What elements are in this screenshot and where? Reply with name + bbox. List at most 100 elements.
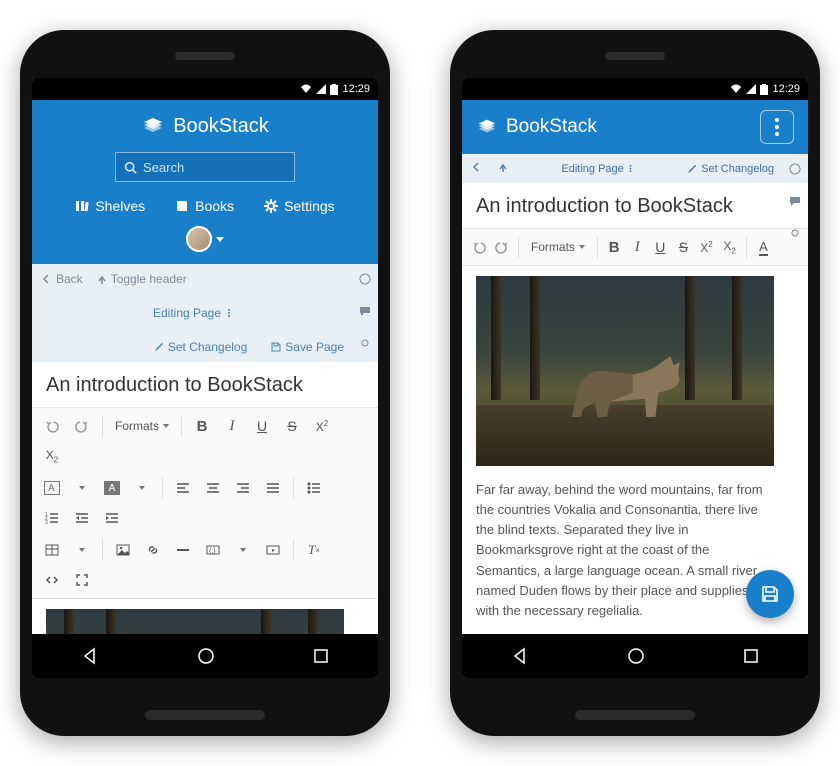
number-list-button[interactable]: 123 <box>38 504 66 532</box>
bold-button[interactable]: B <box>604 233 625 261</box>
align-right-button[interactable] <box>229 474 257 502</box>
fullscreen-button[interactable] <box>68 566 96 594</box>
chevron-down-icon[interactable] <box>229 536 257 564</box>
content-image[interactable] <box>46 609 344 634</box>
strike-button[interactable]: S <box>278 412 306 440</box>
strike-button[interactable]: S <box>673 233 694 261</box>
arrow-left-icon <box>42 274 52 284</box>
nav-shelves[interactable]: Shelves <box>75 198 145 214</box>
align-center-button[interactable] <box>199 474 227 502</box>
align-justify-button[interactable] <box>259 474 287 502</box>
outdent-button[interactable] <box>68 504 96 532</box>
save-fab[interactable] <box>746 570 794 618</box>
app-header: BookStack Search Shelves Books Settings <box>32 100 378 264</box>
subscript-button[interactable]: X2 <box>719 233 740 261</box>
status-time: 12:29 <box>772 83 800 95</box>
formats-dropdown[interactable]: Formats <box>525 233 591 261</box>
back-icon[interactable] <box>511 647 529 665</box>
home-icon[interactable] <box>197 647 215 665</box>
side-tab-info[interactable] <box>786 160 804 178</box>
redo-button[interactable] <box>68 412 96 440</box>
text-color-button[interactable]: A <box>753 233 774 261</box>
back-button[interactable] <box>472 162 482 175</box>
side-tab-info[interactable] <box>356 270 374 288</box>
kebab-icon[interactable] <box>627 164 634 173</box>
superscript-button[interactable]: X2 <box>696 233 717 261</box>
search-icon <box>124 161 137 174</box>
wolf-illustration <box>539 341 712 432</box>
search-input[interactable]: Search <box>115 152 295 182</box>
menu-button[interactable] <box>760 110 794 144</box>
hr-button[interactable] <box>169 536 197 564</box>
indent-button[interactable] <box>98 504 126 532</box>
image-button[interactable] <box>109 536 137 564</box>
editor-canvas[interactable] <box>32 599 378 634</box>
content-image[interactable] <box>476 276 774 466</box>
toggle-header-button[interactable]: Toggle header <box>97 272 187 286</box>
signal-icon <box>746 84 756 94</box>
undo-button[interactable] <box>38 412 66 440</box>
side-tab-link[interactable] <box>786 224 804 242</box>
editor-toolbar: Formats B I U S X2 X2 A A 123 <box>32 407 378 599</box>
link-button[interactable] <box>139 536 167 564</box>
nav-settings[interactable]: Settings <box>264 198 335 214</box>
svg-text:3: 3 <box>45 520 48 524</box>
page-title-input[interactable]: An introduction to BookStack <box>32 362 378 407</box>
source-code-button[interactable] <box>38 566 66 594</box>
set-changelog-button[interactable]: Set Changelog <box>154 340 247 354</box>
underline-button[interactable]: U <box>650 233 671 261</box>
italic-button[interactable]: I <box>218 412 246 440</box>
brand[interactable]: BookStack <box>476 116 597 138</box>
table-button[interactable] <box>38 536 66 564</box>
gear-icon <box>264 199 278 213</box>
wifi-icon <box>730 84 742 94</box>
formats-dropdown[interactable]: Formats <box>109 412 175 440</box>
pencil-icon <box>154 342 164 352</box>
text-color-button[interactable]: A <box>38 474 66 502</box>
back-icon[interactable] <box>81 647 99 665</box>
breadcrumb-bar: Back Toggle header Editing Page Set Chan… <box>32 264 378 362</box>
body-paragraph[interactable]: Far far away, behind the word mountains,… <box>476 480 774 621</box>
side-tab-link[interactable] <box>356 334 374 352</box>
editing-page-label: Editing Page <box>153 306 233 320</box>
kebab-icon[interactable] <box>225 308 233 318</box>
chevron-down-icon[interactable] <box>128 474 156 502</box>
device-frame-left: 12:29 BookStack Search Shelves Books <box>20 30 390 736</box>
home-icon[interactable] <box>627 647 645 665</box>
android-nav-bar <box>32 634 378 678</box>
signal-icon <box>316 84 326 94</box>
subscript-button[interactable]: X2 <box>38 442 66 470</box>
user-menu[interactable] <box>42 226 368 252</box>
bullet-list-button[interactable] <box>300 474 328 502</box>
undo-button[interactable] <box>468 233 489 261</box>
set-changelog-button[interactable]: Set Changelog <box>687 163 774 175</box>
page-title-input[interactable]: An introduction to BookStack <box>462 183 808 228</box>
back-button[interactable]: Back <box>42 272 83 286</box>
superscript-button[interactable]: X2 <box>308 412 336 440</box>
save-icon <box>760 584 780 604</box>
chevron-down-icon <box>579 245 585 249</box>
italic-button[interactable]: I <box>627 233 648 261</box>
redo-button[interactable] <box>491 233 512 261</box>
chevron-down-icon[interactable] <box>68 474 96 502</box>
recents-icon[interactable] <box>313 648 329 664</box>
underline-button[interactable]: U <box>248 412 276 440</box>
toggle-header-button[interactable] <box>498 162 508 175</box>
bg-color-button[interactable]: A <box>98 474 126 502</box>
chevron-down-icon[interactable] <box>68 536 96 564</box>
brand[interactable]: BookStack <box>42 114 368 138</box>
side-tab-comments[interactable] <box>356 302 374 320</box>
chevron-down-icon <box>216 237 224 242</box>
side-tab-comments[interactable] <box>786 192 804 210</box>
save-page-button[interactable]: Save Page <box>271 340 344 354</box>
embed-button[interactable] <box>259 536 287 564</box>
code-block-button[interactable]: {;} <box>199 536 227 564</box>
primary-nav: Shelves Books Settings <box>42 198 368 214</box>
side-tabs <box>356 270 374 352</box>
recents-icon[interactable] <box>743 648 759 664</box>
align-left-button[interactable] <box>169 474 197 502</box>
clear-format-button[interactable]: T× <box>300 536 328 564</box>
nav-books[interactable]: Books <box>175 198 234 214</box>
bold-button[interactable]: B <box>188 412 216 440</box>
battery-icon <box>760 84 768 95</box>
